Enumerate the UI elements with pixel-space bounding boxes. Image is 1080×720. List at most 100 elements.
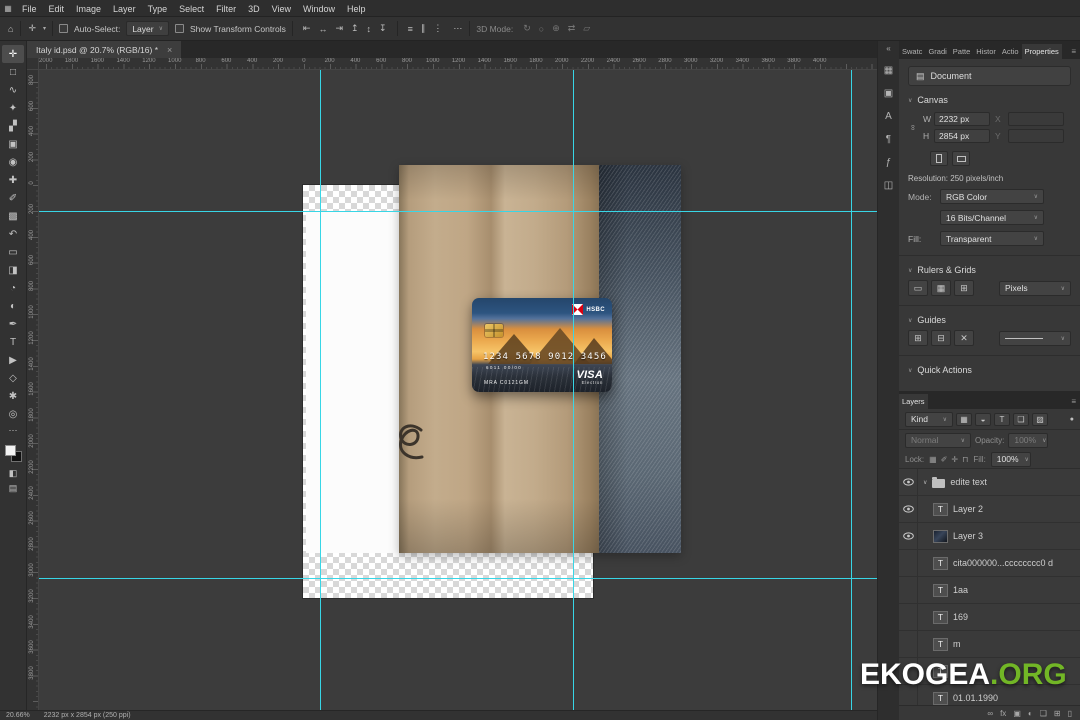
path-selection-tool[interactable]: ▶ [2,351,24,369]
visibility-toggle[interactable] [899,604,918,630]
panel-tab-properties[interactable]: Properties [1022,44,1062,59]
marquee-tool[interactable]: □ [2,63,24,81]
guide-horizontal[interactable] [39,211,877,212]
visibility-toggle[interactable] [899,523,918,549]
menu-3d[interactable]: 3D [242,4,266,14]
brush-tool[interactable]: ✐ [2,189,24,207]
adjustments-panel-icon[interactable]: ▦ [884,65,893,76]
move-tool[interactable]: ✛ [2,45,24,63]
close-icon[interactable]: × [167,45,172,55]
frame-tool[interactable]: ▣ [2,135,24,153]
panel-tab-gradi[interactable]: Gradi [925,44,949,59]
landscape-orientation-button[interactable] [952,151,970,166]
move-tool-preset-icon[interactable]: ✛ [27,23,37,34]
clear-guides-icon[interactable]: ✕ [954,330,974,346]
shape-tool[interactable]: ◇ [2,369,24,387]
lasso-tool[interactable]: ∿ [2,81,24,99]
new-guide-icon[interactable]: ⊞ [908,330,928,346]
snap-toggle-icon[interactable]: ⊞ [954,280,974,296]
auto-select-target-select[interactable]: Layer ∨ [126,21,169,36]
quick-selection-tool[interactable]: ✦ [2,99,24,117]
fill-select[interactable]: 100% ∨ [991,452,1031,467]
canvas-fill-select[interactable]: Transparent ∨ [940,231,1044,246]
guide-horizontal[interactable] [39,578,877,579]
screen-mode-button[interactable]: ▤ [2,481,24,496]
panel-menu-icon[interactable]: ≡ [1067,44,1080,59]
menu-layer[interactable]: Layer [107,4,142,14]
width-field[interactable]: 2232 px [934,112,990,126]
align-right-icon[interactable]: ⇥ [334,23,344,34]
guide-vertical[interactable] [573,70,574,710]
ruler-toggle-icon[interactable]: ▭ [908,280,928,296]
3d-scale-icon[interactable]: ▱ [582,23,591,34]
3d-roll-icon[interactable]: ○ [538,24,545,34]
link-layers-icon[interactable]: ∞ [987,709,993,718]
gradient-tool[interactable]: ◨ [2,261,24,279]
eyedropper-tool[interactable]: ◉ [2,153,24,171]
quick-actions-section-header[interactable]: ∨ Quick Actions [908,365,1071,375]
character-panel-icon[interactable]: A [885,111,892,122]
hand-tool[interactable]: ✱ [2,387,24,405]
auto-select-checkbox[interactable] [59,24,68,33]
distribute-spacing-icon[interactable]: ⋮ [432,23,443,34]
guide-style-select[interactable]: ∨ [999,331,1071,346]
panel-tab-patte[interactable]: Patte [950,44,974,59]
canvas-section-header[interactable]: ∨ Canvas [908,95,1071,105]
layer-row[interactable]: TLayer 2 [899,496,1080,523]
panel-menu-icon[interactable]: ≡ [1067,394,1080,409]
layer-row[interactable]: Tcita000000...cccccccc0 d [899,550,1080,577]
menu-image[interactable]: Image [70,4,107,14]
color-mode-select[interactable]: RGB Color ∨ [940,189,1044,204]
visibility-toggle[interactable] [899,550,918,576]
align-bottom-icon[interactable]: ↧ [378,23,388,34]
menu-view[interactable]: View [266,4,297,14]
align-top-icon[interactable]: ↥ [350,23,360,34]
clone-source-panel-icon[interactable]: ▣ [884,88,893,99]
link-dimensions-icon[interactable]: ∞ [909,122,918,132]
zoom-tool[interactable]: ◎ [2,405,24,423]
filter-group-layers-icon[interactable]: ❑ [1013,413,1029,426]
menu-file[interactable]: File [16,4,43,14]
visibility-toggle[interactable] [899,577,918,603]
panel-tab-histor[interactable]: Histor [973,44,999,59]
type-tool[interactable]: T [2,333,24,351]
dodge-tool[interactable]: ◐ [2,297,24,315]
color-swatches[interactable] [5,445,22,462]
visibility-toggle[interactable] [899,685,918,705]
layer-row[interactable]: T1aa [899,577,1080,604]
distribute-vertical-icon[interactable]: ≡ [407,24,414,34]
guides-section-header[interactable]: ∨ Guides [908,315,1071,325]
lock-pixels-icon[interactable]: ✐ [941,455,948,464]
layer-row[interactable]: T01.01.1990 [899,685,1080,705]
3d-pan-icon[interactable]: ⊕ [551,23,561,34]
expand-panels-icon[interactable]: « [886,44,890,53]
visibility-toggle[interactable] [899,658,918,684]
blur-tool[interactable]: ◔ [2,279,24,297]
layer-row[interactable]: Layer 3 [899,523,1080,550]
more-options-icon[interactable]: ⋯ [452,23,463,34]
chevron-down-icon[interactable]: ∨ [923,479,927,486]
layer-row[interactable]: Tm [899,631,1080,658]
layer-row[interactable]: ∨edite text [899,469,1080,496]
quick-mask-button[interactable]: ◧ [2,466,24,481]
filter-smart-objects-icon[interactable]: ▨ [1032,413,1048,426]
align-center-h-icon[interactable]: ↔ [317,24,328,34]
grid-toggle-icon[interactable]: ▦ [931,280,951,296]
menu-type[interactable]: Type [142,4,174,14]
clone-stamp-tool[interactable]: ▩ [2,207,24,225]
vertical-ruler[interactable]: 8006004002000200400600800100012001400160… [27,70,39,710]
align-left-icon[interactable]: ⇤ [302,23,312,34]
lock-transparency-icon[interactable]: ▦ [929,455,937,464]
rulers-grids-section-header[interactable]: ∨ Rulers & Grids [908,265,1071,275]
3d-slide-icon[interactable]: ⇄ [567,23,577,34]
visibility-toggle[interactable] [899,469,918,495]
layer-filter-kind-select[interactable]: Kind ∨ [905,412,953,427]
adjustment-layer-icon[interactable]: ◐ [1028,709,1033,718]
guide-vertical[interactable] [851,70,852,710]
edit-toolbar-button[interactable]: ⋯ [2,423,24,438]
filter-pixel-layers-icon[interactable]: ▦ [956,413,972,426]
menu-filter[interactable]: Filter [210,4,242,14]
foreground-color-swatch[interactable] [5,445,16,456]
lock-all-icon[interactable]: ⊓ [962,455,968,464]
filter-type-layers-icon[interactable]: T [994,413,1010,426]
